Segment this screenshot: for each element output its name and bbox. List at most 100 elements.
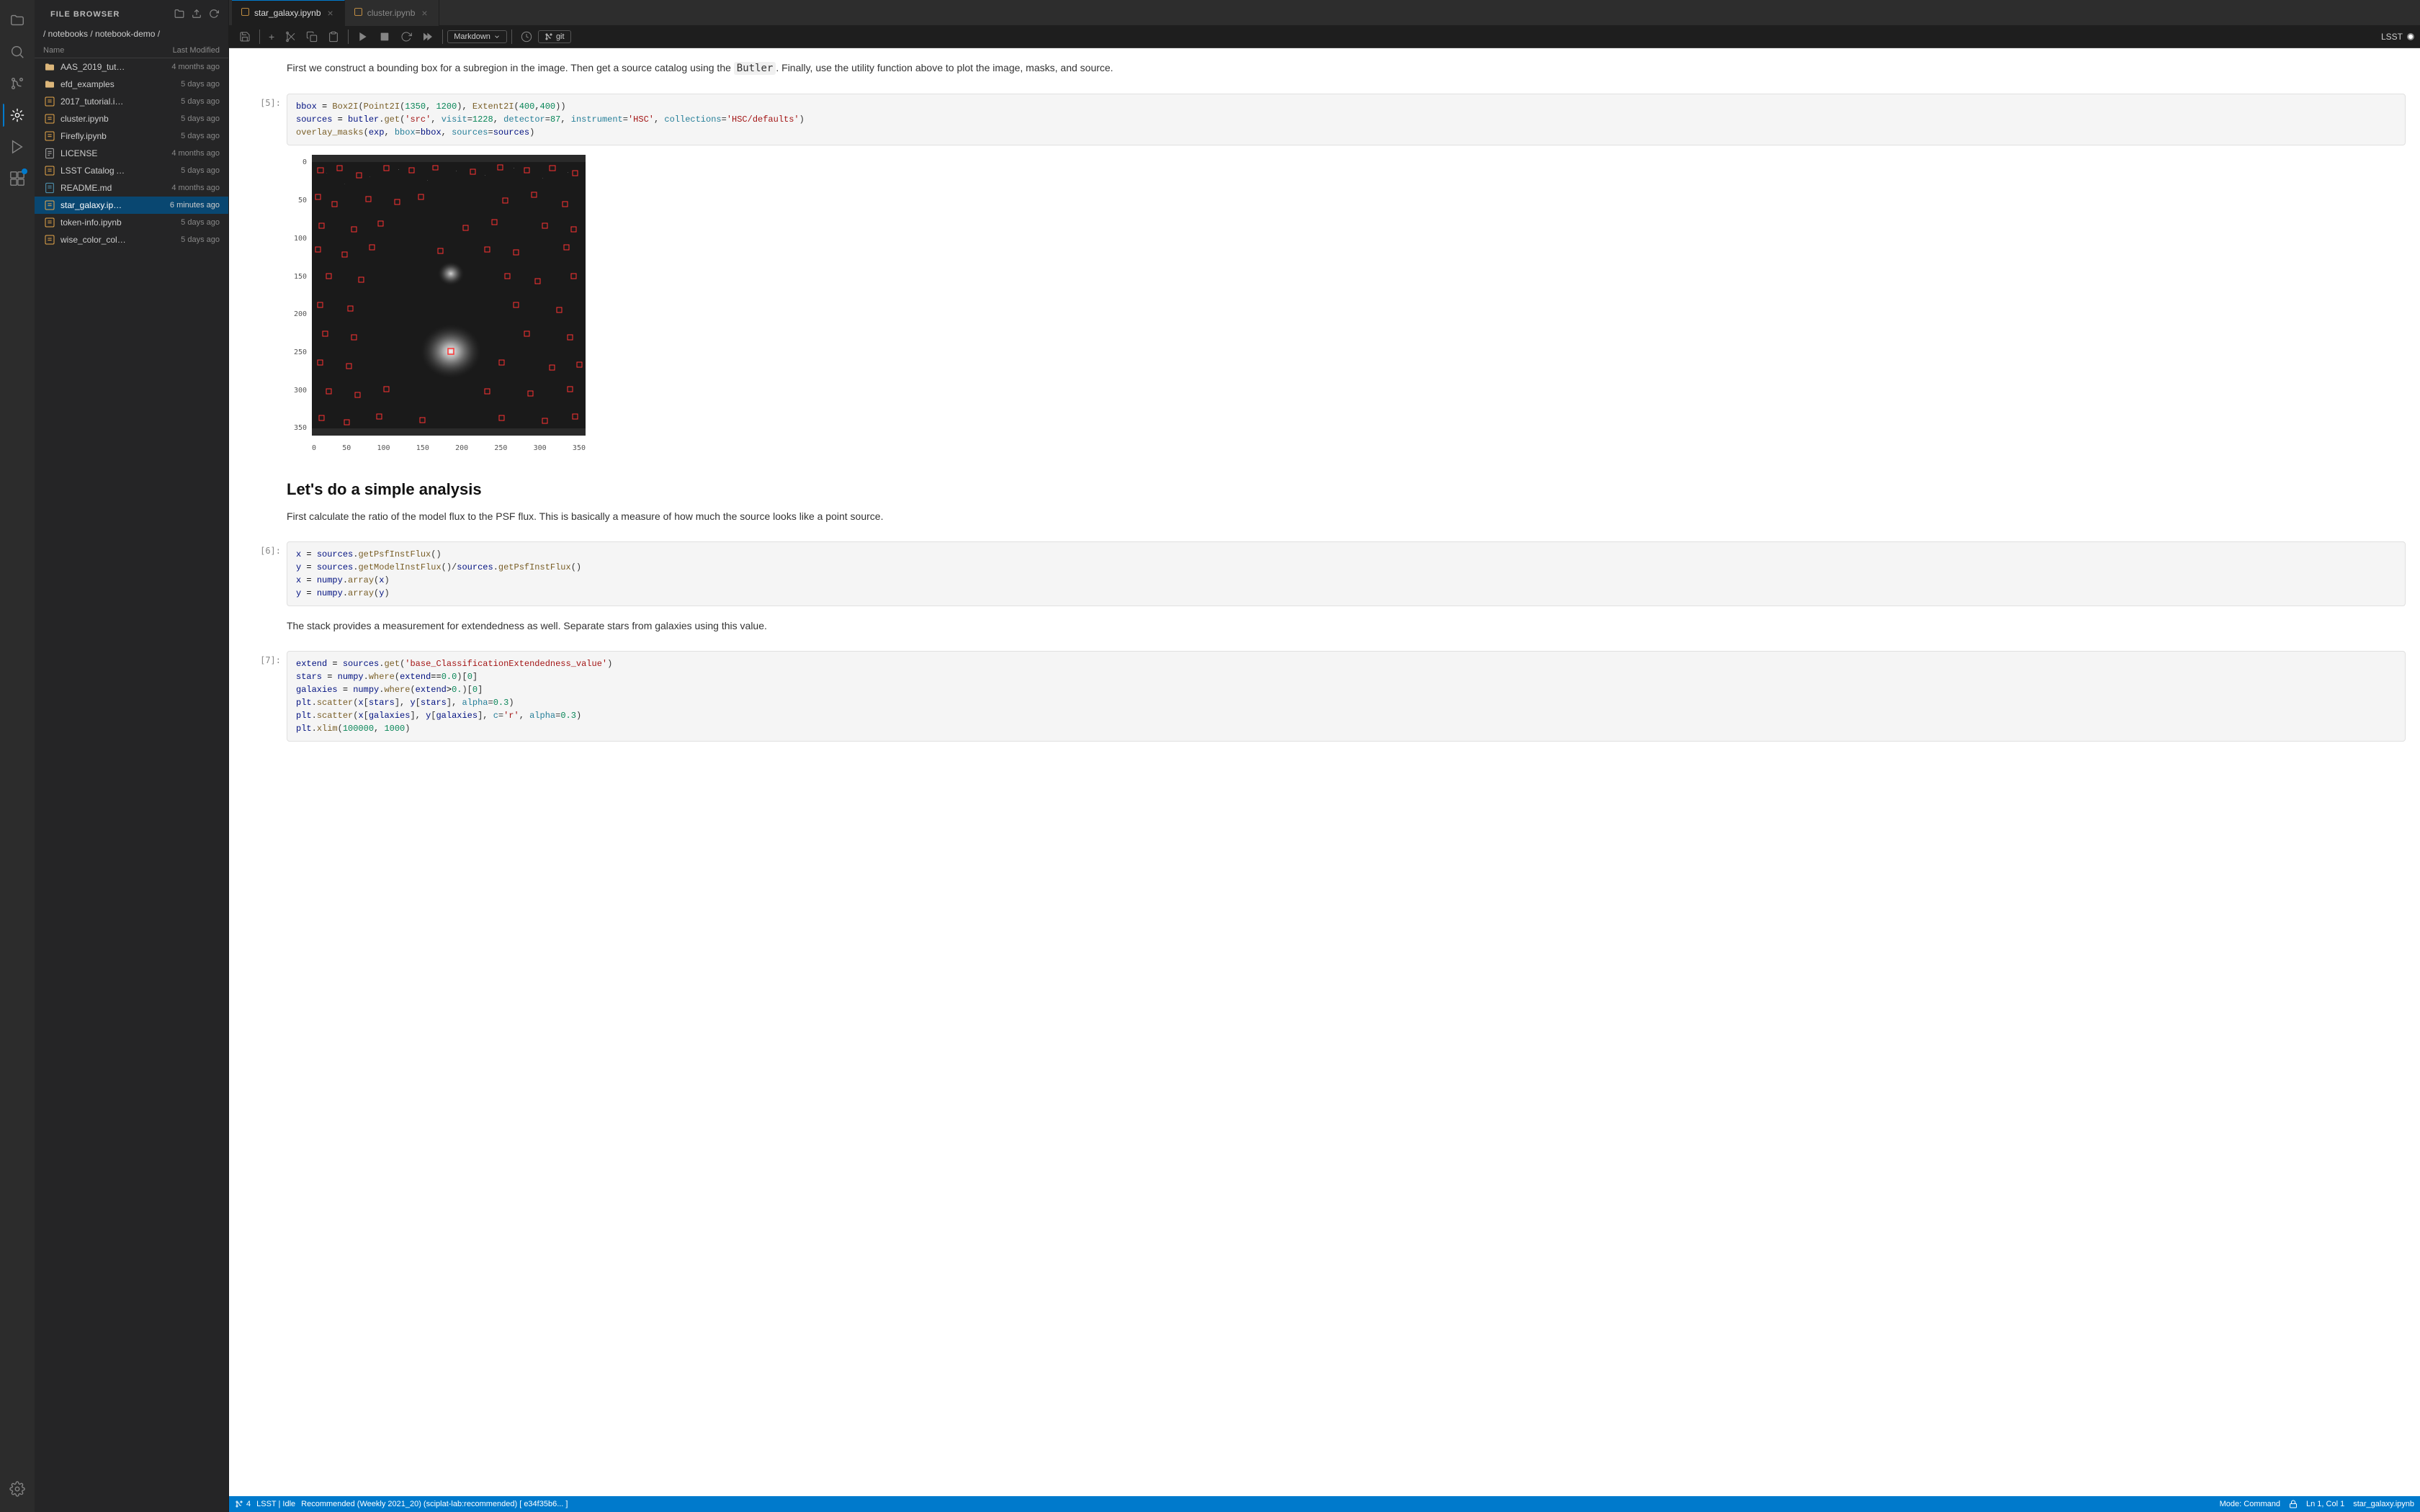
status-branch[interactable]: 4 [235,1500,251,1508]
file-modified-aas: 4 months ago [126,63,220,71]
upload-btn[interactable] [189,6,204,23]
settings-nav-icon[interactable] [3,1475,32,1503]
file-item-star-galaxy[interactable]: star_galaxy.ipynb 6 minutes ago [35,197,228,214]
notebook-icon-token [43,216,56,229]
status-recommended[interactable]: Recommended (Weekly 2021_20) (sciplat-la… [301,1500,568,1508]
cell-code7: [7]: extend = sources.get('base_Classifi… [243,651,2406,742]
tab-label-star-galaxy: star_galaxy.ipynb [254,8,321,18]
lsst-label: LSST [2381,32,2403,42]
cell-body-desc2: Let's do a simple analysis First calcula… [287,459,2406,536]
paste-cell-button[interactable] [323,29,344,45]
tab-star-galaxy[interactable]: star_galaxy.ipynb × [232,0,345,26]
lsst-nav-icon[interactable] [3,101,32,130]
x-axis-200: 200 [455,444,468,452]
activity-bar [0,0,35,1512]
clock-button[interactable] [516,29,537,45]
kernel-type-label: Markdown [454,32,490,41]
notebook-content[interactable]: First we construct a bounding box for a … [229,48,2420,1496]
cell-body-5[interactable]: bbox = Box2I(Point2I(1350, 1200), Extent… [287,94,2406,145]
cell-desc1: First we construct a bounding box for a … [243,54,2406,88]
file-item-lsst[interactable]: LSST Catalog Acc... 5 days ago [35,162,228,179]
activity-bar-bottom [3,1475,32,1506]
save-button[interactable] [235,29,255,45]
cell-gutter-desc1 [243,54,287,88]
lsst-badge: LSST [2381,32,2414,42]
git-nav-icon[interactable] [3,69,32,98]
lock-icon [2289,1500,2298,1508]
file-item-firefly[interactable]: Firefly.ipynb 5 days ago [35,127,228,145]
code-content-7[interactable]: extend = sources.get('base_Classificatio… [287,651,2406,742]
file-modified-firefly: 5 days ago [126,132,220,140]
cell-body-7[interactable]: extend = sources.get('base_Classificatio… [287,651,2406,742]
file-name-efd: efd_examples [60,79,126,89]
extensions-nav-icon[interactable] [3,164,32,193]
x-axis-0: 0 [312,444,316,452]
desc3-text: The stack provides a measurement for ext… [287,618,2406,634]
code-content-5[interactable]: bbox = Box2I(Point2I(1350, 1200), Extent… [287,94,2406,145]
file-modified-2017: 5 days ago [126,97,220,106]
cell-gutter-7: [7]: [243,651,287,742]
sep4 [511,30,512,44]
breadcrumb: / notebooks / notebook-demo / [35,26,228,45]
tab-close-star-galaxy[interactable]: × [326,6,336,19]
stop-kernel-button[interactable] [375,29,395,45]
kernel-type-select[interactable]: Markdown [447,30,507,43]
file-name-readme: README.md [60,183,126,193]
sep2 [348,30,349,44]
file-item-wise[interactable]: wise_color_color.i... 5 days ago [35,231,228,248]
file-item-token[interactable]: token-info.ipynb 5 days ago [35,214,228,231]
status-bar: 4 LSST | Idle Recommended (Weekly 2021_2… [229,1496,2420,1512]
file-name-firefly: Firefly.ipynb [60,131,126,141]
app-container: File Browser / notebooks / notebook-demo… [0,0,2420,1512]
folder-nav-icon[interactable] [3,6,32,35]
add-cell-button[interactable]: + [264,29,279,45]
cut-cell-button[interactable] [280,29,300,45]
status-idle[interactable]: LSST | Idle [256,1500,295,1508]
file-modified-lsst: 5 days ago [126,166,220,175]
file-item-aas[interactable]: AAS_2019_tutorial 4 months ago [35,58,228,76]
cell-body-6[interactable]: x = sources.getPsfInstFlux() y = sources… [287,541,2406,606]
tab-cluster[interactable]: cluster.ipynb × [345,0,439,26]
notification-dot [22,168,27,174]
file-name-cluster: cluster.ipynb [60,114,126,124]
desc1-text: First we construct a bounding box for a … [287,60,2406,76]
code-content-6[interactable]: x = sources.getPsfInstFlux() y = sources… [287,541,2406,606]
sep1 [259,30,260,44]
status-ln-col[interactable]: Ln 1, Col 1 [2306,1500,2344,1508]
notebook-icon-cluster [43,112,56,125]
restart-kernel-button[interactable] [396,29,416,45]
new-folder-btn[interactable] [172,6,187,23]
notebook-icon-lsst [43,164,56,177]
status-mode[interactable]: Mode: Command [2220,1500,2280,1508]
sep3 [442,30,443,44]
file-name-license: LICENSE [60,148,126,158]
status-encoding[interactable] [2289,1500,2298,1508]
cell-body-fig: 0 50 100 150 200 250 300 350 [287,151,2406,454]
file-item-2017[interactable]: 2017_tutorial.ipynb 5 days ago [35,93,228,110]
file-item-efd[interactable]: efd_examples 5 days ago [35,76,228,93]
git-label: git [556,32,565,41]
file-item-cluster[interactable]: cluster.ipynb 5 days ago [35,110,228,127]
search-nav-icon[interactable] [3,37,32,66]
status-kernel-name[interactable]: star_galaxy.ipynb [2353,1500,2414,1508]
copy-cell-button[interactable] [302,29,322,45]
notebook-icon-star-galaxy [43,199,56,212]
x-axis-labels: 0 50 100 150 200 250 300 350 [312,444,586,452]
file-item-license[interactable]: LICENSE 4 months ago [35,145,228,162]
run-cell-button[interactable] [353,29,373,45]
y-axis-150: 150 [294,273,307,281]
file-list: Name Last Modified AAS_2019_tutorial 4 m… [35,45,228,1512]
file-item-readme[interactable]: README.md 4 months ago [35,179,228,197]
cell-label-5: [5]: [260,98,281,108]
file-name-wise: wise_color_color.i... [60,235,126,245]
x-axis-250: 250 [494,444,507,452]
git-button[interactable]: git [538,30,571,43]
refresh-btn[interactable] [207,6,221,23]
x-axis-100: 100 [377,444,390,452]
run-nav-icon[interactable] [3,132,32,161]
run-all-button[interactable] [418,29,438,45]
y-axis-200: 200 [294,310,307,318]
tab-close-cluster[interactable]: × [419,6,429,19]
idle-label: LSST | Idle [256,1500,295,1508]
cell-code5: [5]: bbox = Box2I(Point2I(1350, 1200), E… [243,94,2406,145]
